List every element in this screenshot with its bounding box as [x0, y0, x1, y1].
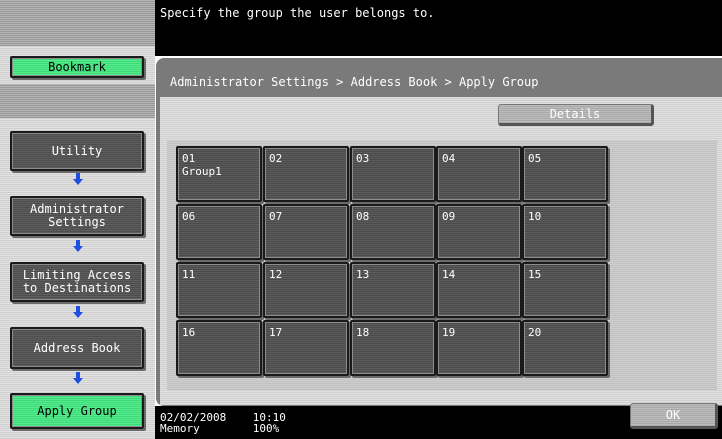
group-number: 20	[528, 326, 542, 339]
memory-label: Memory	[160, 422, 200, 435]
group-button[interactable]: 15	[522, 262, 608, 318]
group-number: 05	[528, 152, 542, 165]
nav-limiting-access-label: Limiting Access to Destinations	[22, 268, 132, 295]
nav-apply-group-label: Apply Group	[37, 403, 117, 418]
group-button[interactable]: 12	[263, 262, 349, 318]
nav-apply-group-button[interactable]: Apply Group	[10, 393, 144, 429]
details-label: Details	[549, 107, 601, 121]
group-number: 16	[182, 326, 196, 339]
group-number: 09	[442, 210, 456, 223]
group-number: 02	[269, 152, 283, 165]
group-number: 18	[356, 326, 370, 339]
instruction-message: Specify the group the user belongs to.	[160, 6, 435, 20]
group-number: 12	[269, 268, 283, 281]
nav-address-book-label: Address Book	[33, 340, 121, 355]
group-number: 17	[269, 326, 283, 339]
group-grid: 01 Group1 02 03 04 05 06 07 08 09 10 11 1…	[167, 140, 717, 390]
nav-address-book-button[interactable]: Address Book	[10, 327, 144, 369]
nav-utility-label: Utility	[51, 143, 103, 158]
down-arrow-icon	[73, 372, 83, 384]
ok-label: OK	[665, 408, 681, 422]
group-number: 19	[442, 326, 456, 339]
group-name: Group1	[182, 165, 222, 178]
group-button[interactable]: 10	[522, 204, 608, 260]
group-number: 11	[182, 268, 196, 281]
group-button[interactable]: 06	[176, 204, 262, 260]
down-arrow-icon	[73, 306, 83, 318]
nav-limiting-access-button[interactable]: Limiting Access to Destinations	[10, 262, 144, 302]
breadcrumb: Administrator Settings > Address Book > …	[170, 75, 539, 89]
group-number: 13	[356, 268, 370, 281]
group-number: 06	[182, 210, 196, 223]
ok-button[interactable]: OK	[630, 403, 718, 429]
nav-utility-button[interactable]: Utility	[10, 131, 144, 171]
group-button[interactable]: 01 Group1	[176, 146, 262, 202]
group-number: 14	[442, 268, 456, 281]
group-button[interactable]: 13	[350, 262, 436, 318]
group-button[interactable]: 04	[436, 146, 522, 202]
group-button[interactable]: 07	[263, 204, 349, 260]
group-button[interactable]: 08	[350, 204, 436, 260]
group-number: 04	[442, 152, 456, 165]
group-number: 15	[528, 268, 542, 281]
group-button[interactable]: 19	[436, 320, 522, 376]
left-strip-middle	[0, 84, 155, 118]
bookmark-button[interactable]: Bookmark	[10, 56, 144, 78]
group-number: 07	[269, 210, 283, 223]
nav-administrator-settings-button[interactable]: Administrator Settings	[10, 196, 144, 236]
down-arrow-icon	[73, 240, 83, 252]
group-number: 03	[356, 152, 370, 165]
group-number: 01	[182, 152, 196, 165]
group-button[interactable]: 05	[522, 146, 608, 202]
group-number: 08	[356, 210, 370, 223]
group-button[interactable]: 17	[263, 320, 349, 376]
group-button[interactable]: 03	[350, 146, 436, 202]
group-button[interactable]: 09	[436, 204, 522, 260]
group-button[interactable]: 20	[522, 320, 608, 376]
bookmark-label: Bookmark	[48, 59, 106, 74]
group-button[interactable]: 14	[436, 262, 522, 318]
nav-administrator-settings-label: Administrator Settings	[30, 202, 124, 229]
group-number: 10	[528, 210, 542, 223]
details-button[interactable]: Details	[498, 104, 654, 126]
status-datetime: 02/02/2008 10:10 Memory 100%	[160, 412, 286, 434]
group-button[interactable]: 16	[176, 320, 262, 376]
down-arrow-icon	[73, 173, 83, 185]
group-button[interactable]: 18	[350, 320, 436, 376]
left-strip-top	[0, 0, 155, 46]
memory-value: 100%	[252, 422, 280, 435]
group-button[interactable]: 02	[263, 146, 349, 202]
group-button[interactable]: 11	[176, 262, 262, 318]
